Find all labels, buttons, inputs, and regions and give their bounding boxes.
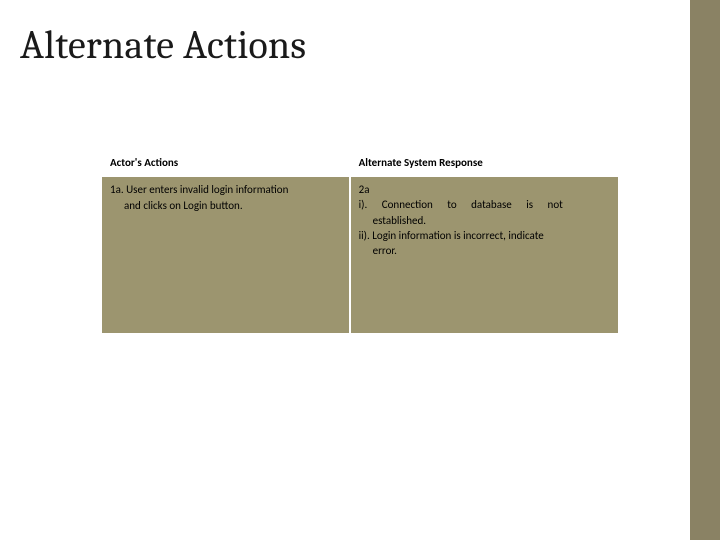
response-line-3: established.	[359, 214, 610, 229]
col-header-actor-actions: Actor's Actions	[101, 149, 350, 176]
table-row: 1a. User enters invalid login informatio…	[101, 176, 619, 334]
actor-line-2: and clicks on Login button.	[110, 199, 341, 214]
table: Actor's Actions Alternate System Respons…	[100, 148, 620, 335]
response-line-5: error.	[359, 244, 610, 259]
table-header-row: Actor's Actions Alternate System Respons…	[101, 149, 619, 176]
cell-actor-actions: 1a. User enters invalid login informatio…	[101, 176, 350, 334]
alternate-actions-table: Actor's Actions Alternate System Respons…	[100, 148, 620, 335]
slide-body: Alternate Actions Actor's Actions Altern…	[0, 0, 690, 540]
response-line-4: ii). Login information is incorrect, ind…	[359, 229, 610, 244]
accent-sidebar	[690, 0, 720, 540]
response-line-2: i). Connection to database is not	[359, 198, 610, 213]
slide-title: Alternate Actions	[20, 22, 670, 68]
cell-system-response: 2a i). Connection to database is not est…	[350, 176, 619, 334]
response-line-1: 2a	[359, 183, 610, 198]
col-header-system-response: Alternate System Response	[350, 149, 619, 176]
actor-line-1: 1a. User enters invalid login informatio…	[110, 183, 341, 198]
